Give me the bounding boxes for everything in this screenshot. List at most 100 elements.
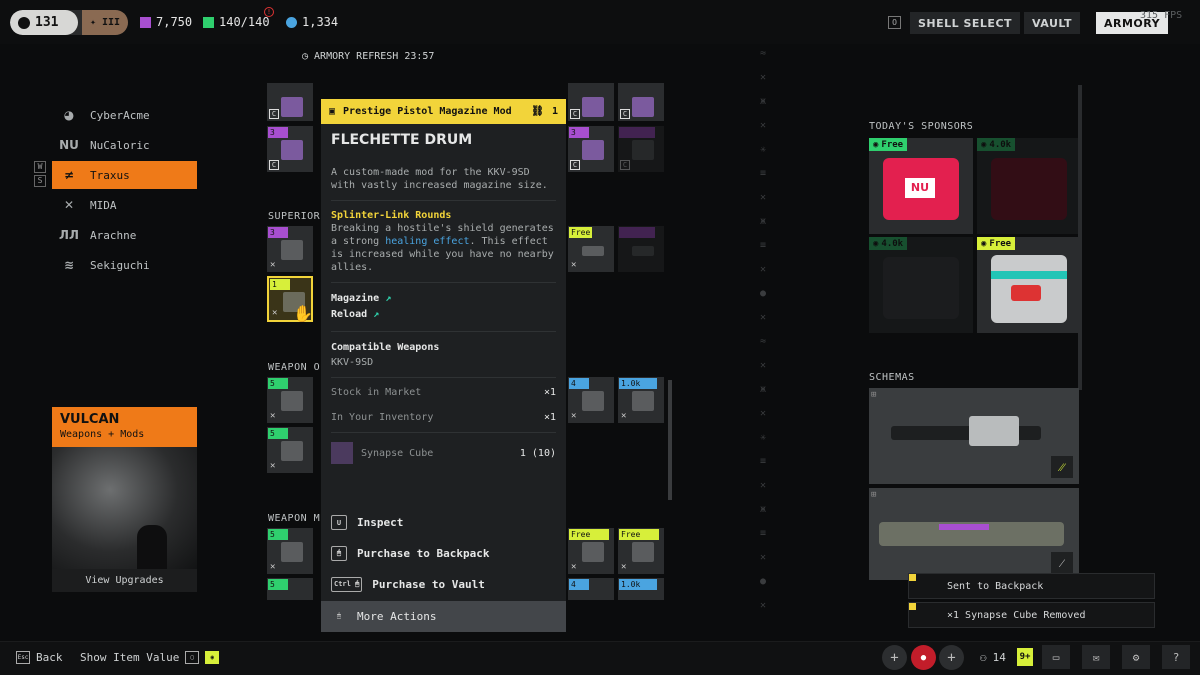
vulcan-card[interactable]: VULCAN Weapons + Mods View Upgrades <box>52 407 197 592</box>
item-tile[interactable]: 3C <box>267 126 313 172</box>
purple-currency-value: 7,750 <box>156 15 193 29</box>
item-art <box>582 246 604 256</box>
back-button[interactable]: Esc Back <box>16 651 63 664</box>
item-tile[interactable]: Free ✕ <box>568 226 614 272</box>
item-tile[interactable]: Free ✕ <box>568 528 614 574</box>
level-badge: 131 <box>10 10 78 35</box>
add-party-left-icon[interactable]: + <box>882 645 907 670</box>
cost-row: Synapse Cube 1 (10) <box>321 441 566 465</box>
perk-block: Splinter-Link Rounds Breaking a hostile'… <box>321 209 566 274</box>
view-upgrades-button[interactable]: View Upgrades <box>52 569 197 592</box>
cost-value: 1 (10) <box>519 447 556 459</box>
key-s: S <box>34 175 46 187</box>
purchase-vault-action[interactable]: Ctrl 🖱 Purchase to Vault <box>321 569 566 600</box>
item-art <box>281 140 303 160</box>
party-avatar[interactable]: ● <box>911 645 936 670</box>
party-count-value: 14 <box>992 651 1006 664</box>
deco-glyph: ✕ <box>760 552 767 563</box>
item-tile[interactable]: 1.0k ✕ <box>618 377 664 423</box>
coin-icon: ◉ <box>873 139 879 150</box>
faction-traxus[interactable]: ≠ Traxus <box>52 161 197 189</box>
item-tile[interactable]: 4 <box>568 578 614 600</box>
item-tile[interactable]: C <box>568 83 614 121</box>
settings-gear-icon[interactable]: ⚙ <box>1122 645 1150 669</box>
sponsor-locked[interactable]: ◉ 4.0k <box>869 237 973 333</box>
faction-label: CyberAcme <box>90 108 150 122</box>
faction-arachne[interactable]: ЛЛ Arachne <box>52 221 197 249</box>
tile-badge: 5 <box>268 378 288 389</box>
item-tile-locked[interactable] <box>618 226 664 272</box>
deco-glyph: ж <box>760 384 767 395</box>
add-party-right-icon[interactable]: + <box>939 645 964 670</box>
stat-magazine: Magazine ↗ <box>321 291 566 307</box>
help-icon[interactable]: ? <box>1162 645 1190 669</box>
cost-item: Synapse Cube <box>331 442 433 464</box>
item-tile[interactable]: 4 ✕ <box>568 377 614 423</box>
cross-icon: ✕ <box>270 461 276 471</box>
item-tile[interactable]: C <box>267 83 313 121</box>
item-tile[interactable]: Free ✕ <box>618 528 664 574</box>
sponsor-locked[interactable]: ◉ 4.0k <box>977 138 1081 234</box>
item-description: A custom-made mod for the KKV-9SD with v… <box>331 167 548 191</box>
armory-refresh-text: ARMORY REFRESH 23:57 <box>314 51 435 62</box>
item-tile[interactable]: 3C <box>568 126 614 172</box>
item-tile[interactable]: 5 ✕ <box>267 427 313 473</box>
vault-button[interactable]: VAULT <box>1024 12 1081 34</box>
notification-sent: Sent to Backpack <box>908 573 1155 599</box>
item-art <box>281 542 303 562</box>
right-scrollbar[interactable] <box>1078 85 1082 390</box>
schema-card[interactable]: ⊞ ⁄⁄ <box>869 388 1079 484</box>
item-tile[interactable]: 5 <box>267 578 313 600</box>
item-tile[interactable]: 3 ✕ <box>267 226 313 272</box>
party-count[interactable]: ⚇ 14 <box>980 651 1006 664</box>
synapse-cube-icon <box>331 442 353 464</box>
player-level-pill[interactable]: 131 ✦ III <box>10 10 128 35</box>
faction-cyberacme[interactable]: ◕ CyberAcme <box>52 101 197 129</box>
item-tile[interactable]: 5 ✕ <box>267 528 313 574</box>
deco-glyph: ≡ <box>760 240 767 251</box>
item-tile-locked[interactable]: C <box>618 126 664 172</box>
alert-icon[interactable]: ! <box>264 7 274 17</box>
tile-badge-free: Free <box>569 529 609 540</box>
item-art <box>632 97 654 117</box>
more-actions[interactable]: 🖱 More Actions <box>321 601 566 632</box>
purchase-backpack-action[interactable]: 🖱 Purchase to Backpack <box>321 538 566 569</box>
stock-row: Stock in Market ×1 <box>321 386 566 399</box>
action-label: Purchase to Backpack <box>357 547 490 560</box>
sponsor-tag-label: 4.0k <box>881 238 904 249</box>
shell-select-button[interactable]: SHELL SELECT <box>910 12 1021 34</box>
notification-removed: ×1 Synapse Cube Removed <box>908 602 1155 628</box>
stat-reload: Reload ↗ <box>321 307 566 323</box>
inspect-action[interactable]: U Inspect <box>321 507 566 538</box>
grid-scrollbar[interactable] <box>668 380 672 500</box>
item-tile-selected[interactable]: 1 ✕ ✋ <box>267 276 313 323</box>
sponsor-nucaloric[interactable]: ◉ Free NU <box>869 138 973 234</box>
nucaloric-logo-icon: NU <box>905 178 935 198</box>
show-item-value-toggle[interactable]: Show Item Value ▢ ◉ <box>80 651 220 664</box>
item-tile[interactable]: 5 ✕ <box>267 377 313 423</box>
faction-label: NuCaloric <box>90 138 150 152</box>
mail-icon[interactable]: ✉ <box>1082 645 1110 669</box>
faction-sekiguchi[interactable]: ≋ Sekiguchi <box>52 251 197 279</box>
item-art <box>582 391 604 411</box>
deco-glyph: ≡ <box>760 528 767 539</box>
faction-mida[interactable]: ✕ MIDA <box>52 191 197 219</box>
wrench-icon: ⁄ <box>1051 552 1073 574</box>
sponsor-sekiguchi[interactable]: ◉ Free <box>977 237 1081 333</box>
notification-badge[interactable]: 9+ <box>1017 648 1033 666</box>
currency-c-icon: C <box>570 109 580 119</box>
toggle-off-icon: ▢ <box>185 651 200 664</box>
deco-glyph: ≈ <box>760 336 767 347</box>
chat-icon[interactable]: ▭ <box>1042 645 1070 669</box>
item-tile[interactable]: 1.0k <box>618 578 664 600</box>
schema-card[interactable]: ⊞ ⁄ <box>869 488 1079 580</box>
item-tile[interactable]: C <box>618 83 664 121</box>
cross-icon: ✕ <box>571 411 577 421</box>
tile-badge: 3 <box>569 127 589 138</box>
key-u: U <box>331 515 347 530</box>
crate-art <box>991 158 1067 220</box>
grid-icon: ⊞ <box>871 390 877 400</box>
sponsor-tag: ◉ 4.0k <box>977 138 1016 151</box>
faction-nucaloric[interactable]: NU NuCaloric <box>52 131 197 159</box>
cross-icon: ✕ <box>270 260 276 270</box>
